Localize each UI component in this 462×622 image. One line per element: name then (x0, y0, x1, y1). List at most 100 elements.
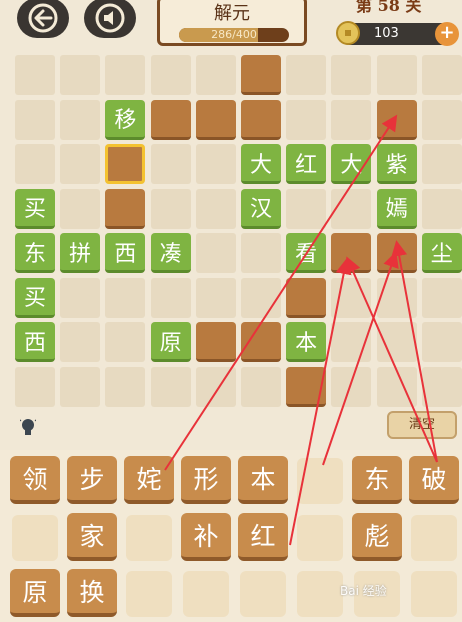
word-tile: 紫 (376, 144, 417, 184)
letter-tile[interactable]: 补 (181, 513, 231, 561)
tray-slot (411, 515, 457, 561)
board-cell (241, 366, 281, 407)
board-cell (60, 277, 101, 318)
board-cell (150, 277, 191, 318)
board-cell (195, 144, 236, 184)
letter-tray: 领步姹形本 东破家 补红 彪原换 (0, 450, 462, 622)
arrow-left-icon (28, 3, 58, 33)
letter-tile[interactable]: 本 (238, 456, 288, 504)
board-cell (195, 366, 236, 407)
letter-tile[interactable]: 换 (67, 569, 117, 617)
empty-tile[interactable] (105, 188, 146, 229)
level-title-panel: 解元 286/400 (157, 0, 307, 46)
empty-tile[interactable] (150, 99, 191, 140)
selected-empty-tile[interactable] (105, 144, 146, 184)
board-cell (421, 366, 462, 407)
letter-tile[interactable]: 家 (67, 513, 117, 561)
letter-tile[interactable]: 领 (10, 456, 60, 504)
tray-slot (126, 571, 172, 617)
board-cell (150, 188, 191, 229)
empty-tile[interactable] (286, 366, 327, 407)
empty-tile[interactable] (241, 322, 281, 362)
board-cell (421, 144, 462, 184)
watermark: Bai 经验 (340, 584, 387, 598)
board-cell (60, 366, 101, 407)
board-cell (331, 366, 372, 407)
word-tile: 买 (15, 188, 55, 229)
board-cell (195, 233, 236, 273)
progress-bar: 286/400 (179, 28, 289, 42)
board-cell (376, 322, 417, 362)
word-tile: 东 (15, 233, 55, 273)
board-cell (421, 55, 462, 95)
board-cell (286, 188, 327, 229)
empty-tile[interactable] (376, 233, 417, 273)
word-tile: 大 (241, 144, 281, 184)
board-cell (421, 99, 462, 140)
empty-tile[interactable] (286, 277, 327, 318)
board-cell (286, 99, 327, 140)
empty-tile[interactable] (195, 99, 236, 140)
empty-tile[interactable] (195, 322, 236, 362)
sound-button[interactable] (84, 0, 136, 38)
word-tile: 原 (150, 322, 191, 362)
board-cell (105, 322, 146, 362)
letter-tile[interactable]: 原 (10, 569, 60, 617)
empty-tile[interactable] (241, 99, 281, 140)
tray-slot (297, 571, 343, 617)
back-button[interactable] (17, 0, 69, 38)
level-title: 解元 (214, 3, 250, 24)
empty-tile[interactable] (241, 55, 281, 95)
board-cell (331, 55, 372, 95)
letter-tile[interactable]: 步 (67, 456, 117, 504)
empty-tile[interactable] (331, 233, 372, 273)
word-tile: 看 (286, 233, 327, 273)
board-cell (15, 144, 55, 184)
board-cell (331, 277, 372, 318)
board-cell (150, 366, 191, 407)
word-tile: 大 (331, 144, 372, 184)
board-cell (376, 55, 417, 95)
board-cell (376, 366, 417, 407)
word-tile: 移 (105, 99, 146, 140)
add-coins-button[interactable]: + (435, 22, 459, 46)
letter-tile[interactable]: 破 (409, 456, 459, 504)
board-cell (331, 188, 372, 229)
board-cell (15, 55, 55, 95)
letter-tile[interactable]: 东 (352, 456, 402, 504)
level-number: 第 58 关 (356, 0, 422, 15)
word-tile: 买 (15, 277, 55, 318)
tray-slot (126, 515, 172, 561)
word-tile: 本 (286, 322, 327, 362)
board-cell (105, 366, 146, 407)
board-cell (60, 144, 101, 184)
word-tile: 汉 (241, 188, 281, 229)
board-cell (241, 277, 281, 318)
board-cell (195, 277, 236, 318)
empty-tile[interactable] (376, 99, 417, 140)
board-cell (331, 99, 372, 140)
board-cell (286, 55, 327, 95)
board-cell (421, 277, 462, 318)
board-cell (421, 188, 462, 229)
letter-tile[interactable]: 红 (238, 513, 288, 561)
coin-counter: 103 + (336, 21, 459, 46)
board-cell (105, 277, 146, 318)
board-cell (376, 277, 417, 318)
board-cell (241, 233, 281, 273)
tray-slot (183, 571, 229, 617)
board-cell (150, 55, 191, 95)
board-cell (421, 322, 462, 362)
board-cell (15, 99, 55, 140)
letter-tile[interactable]: 形 (181, 456, 231, 504)
board-cell (60, 99, 101, 140)
board-cell (150, 144, 191, 184)
board-cell (60, 55, 101, 95)
letter-tile[interactable]: 姹 (124, 456, 174, 504)
word-tile: 凑 (150, 233, 191, 273)
clear-button[interactable]: 清空 (387, 411, 457, 439)
word-tile: 西 (15, 322, 55, 362)
lightbulb-icon[interactable] (20, 418, 36, 438)
letter-tile[interactable]: 彪 (352, 513, 402, 561)
board-cell (105, 55, 146, 95)
